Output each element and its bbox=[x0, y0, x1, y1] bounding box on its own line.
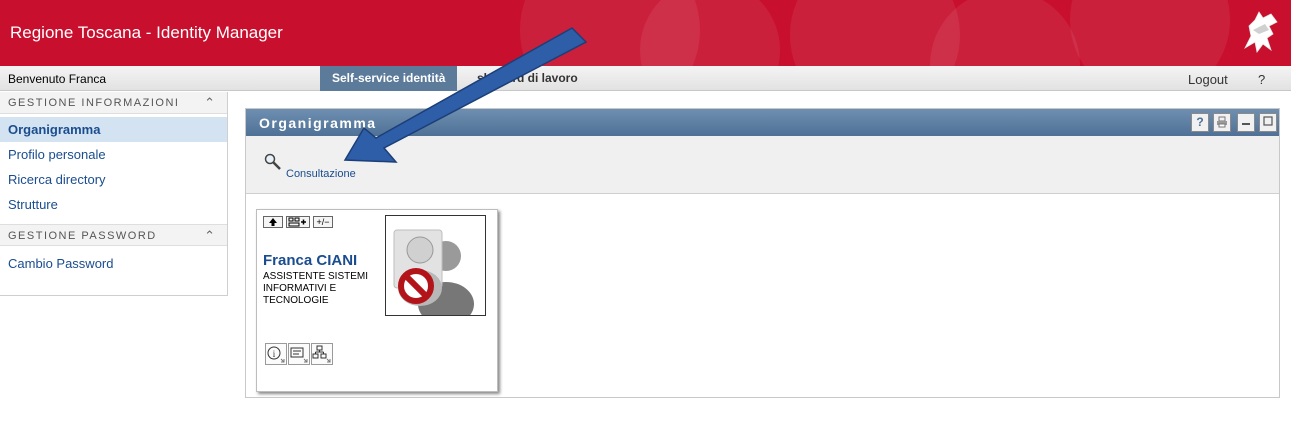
sidebar-item-ricerca-directory[interactable]: Ricerca directory bbox=[0, 167, 227, 192]
chevron-up-double-icon[interactable]: ⌃ bbox=[204, 95, 215, 111]
sidebar: GESTIONE INFORMAZIONI ⌃ Organigramma Pro… bbox=[0, 92, 228, 296]
section-title: GESTIONE INFORMAZIONI bbox=[8, 97, 180, 109]
up-arrow-icon[interactable] bbox=[263, 216, 283, 228]
banner-decoration bbox=[930, 0, 1080, 66]
person-name[interactable]: Franca CIANI bbox=[263, 252, 357, 269]
sidebar-item-strutture[interactable]: Strutture bbox=[0, 192, 227, 217]
details-icon[interactable] bbox=[288, 343, 310, 365]
no-photo-users-icon bbox=[385, 215, 486, 326]
org-chart-icon[interactable] bbox=[311, 343, 333, 365]
logout-link[interactable]: Logout bbox=[1188, 72, 1228, 87]
section-header-gestione-informazioni[interactable]: GESTIONE INFORMAZIONI ⌃ bbox=[0, 92, 227, 114]
panel-title: Organigramma bbox=[259, 115, 377, 131]
tab-dashboard[interactable]: shboard di lavoro bbox=[465, 66, 590, 91]
banner-decoration bbox=[1070, 0, 1230, 66]
tab-self-service[interactable]: Self-service identità bbox=[320, 66, 458, 91]
sidebar-item-cambio-password[interactable]: Cambio Password bbox=[0, 251, 227, 276]
info-icon[interactable]: i bbox=[265, 343, 287, 365]
person-role: ASSISTENTE SISTEMI INFORMATIVI E TECNOLO… bbox=[263, 271, 369, 306]
maximize-icon[interactable] bbox=[1259, 113, 1277, 132]
header-banner: Regione Toscana - Identity Manager bbox=[0, 0, 1291, 66]
svg-text:i: i bbox=[273, 349, 276, 359]
section-header-gestione-password[interactable]: GESTIONE PASSWORD ⌃ bbox=[0, 224, 227, 246]
help-link[interactable]: ? bbox=[1258, 72, 1265, 87]
expand-collapse-button[interactable]: +/− bbox=[313, 216, 333, 228]
panel-header: Organigramma ? bbox=[246, 109, 1279, 136]
app-title: Regione Toscana - Identity Manager bbox=[10, 23, 283, 42]
banner-decoration bbox=[640, 0, 780, 66]
section-title: GESTIONE PASSWORD bbox=[8, 230, 157, 242]
minimize-icon[interactable] bbox=[1237, 113, 1255, 132]
pegasus-logo-icon bbox=[1244, 11, 1278, 53]
sidebar-item-profilo-personale[interactable]: Profilo personale bbox=[0, 142, 227, 167]
welcome-text: Benvenuto Franca bbox=[8, 72, 107, 86]
help-icon[interactable]: ? bbox=[1191, 113, 1209, 132]
expand-tree-icon[interactable] bbox=[286, 216, 310, 228]
panel-toolbar: Consultazione bbox=[246, 136, 1279, 194]
sidebar-item-organigramma[interactable]: Organigramma bbox=[0, 117, 227, 142]
print-icon[interactable] bbox=[1213, 113, 1231, 132]
consultazione-link[interactable]: Consultazione bbox=[286, 168, 356, 180]
chevron-up-double-icon[interactable]: ⌃ bbox=[204, 228, 215, 244]
top-navigation-bar: Benvenuto Franca Self-service identità s… bbox=[0, 66, 1291, 91]
person-card[interactable]: +/− Franca CIANI ASSISTENTE SISTEMI INFO… bbox=[256, 209, 498, 392]
organigramma-panel: Organigramma ? Consultazione +/− Franca … bbox=[245, 108, 1280, 398]
magnifier-icon[interactable] bbox=[264, 153, 282, 171]
